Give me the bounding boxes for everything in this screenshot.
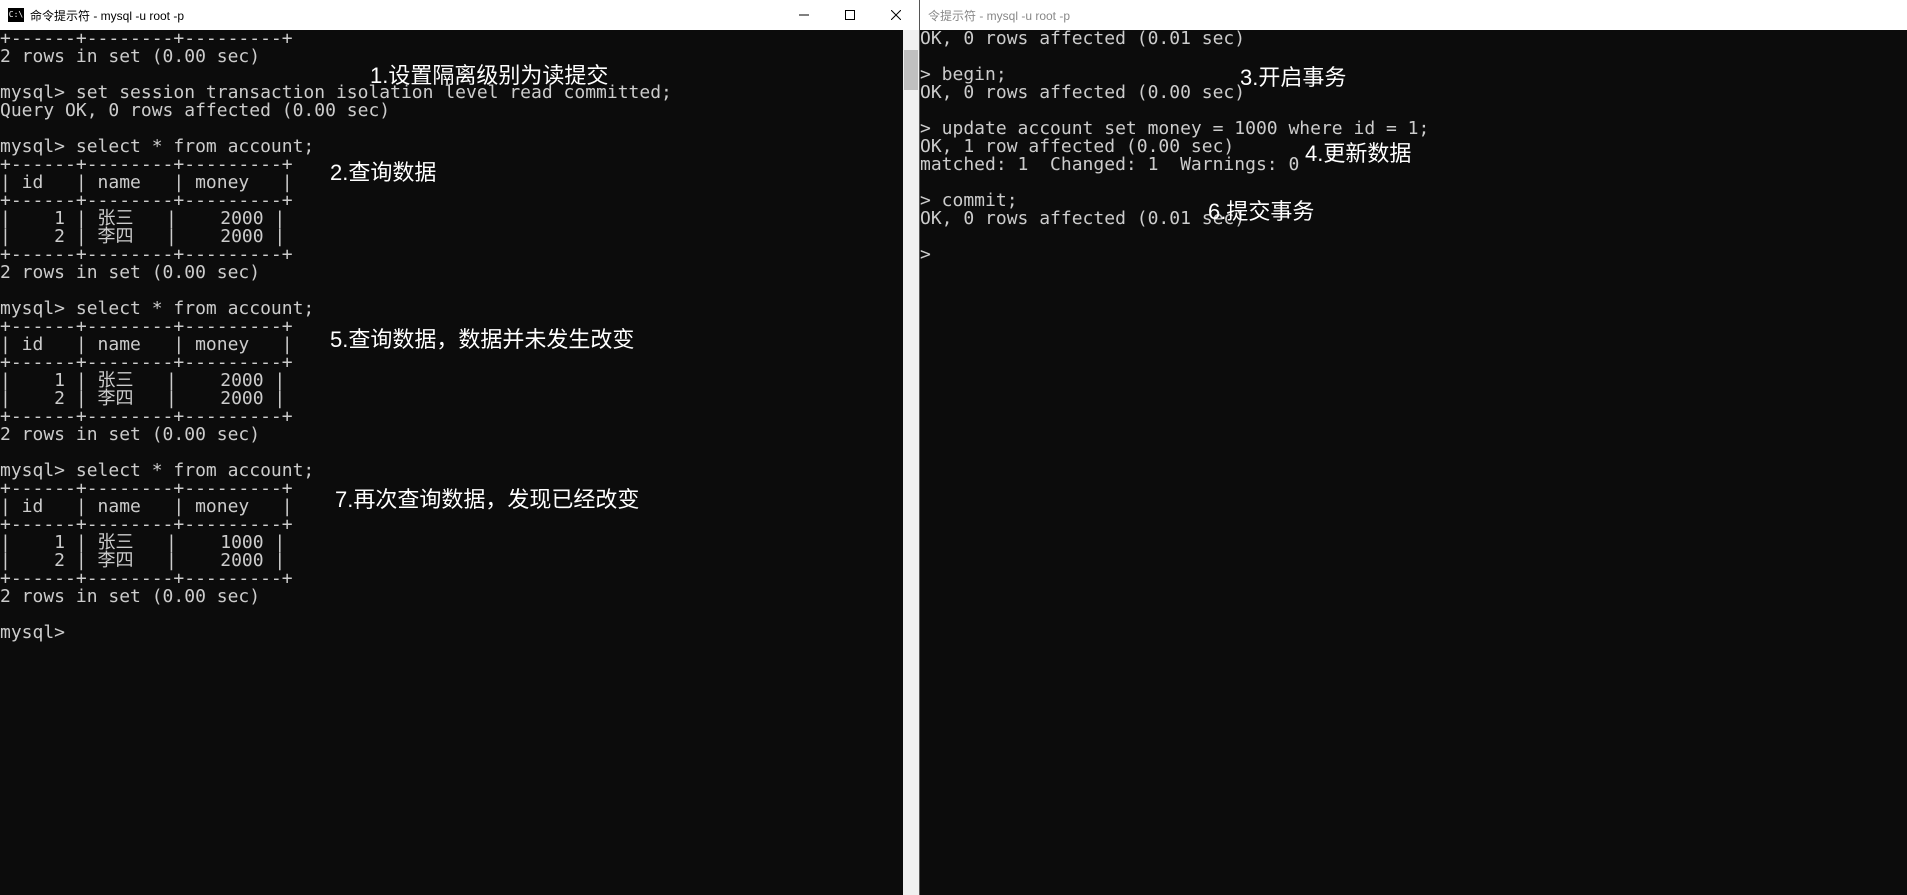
terminal-line: OK, 0 rows affected (0.01 sec) [920, 210, 1907, 228]
annotation-7: 7.再次查询数据，发现已经改变 [335, 482, 639, 514]
left-titlebar[interactable]: C:\ 命令提示符 - mysql -u root -p [0, 0, 919, 30]
terminal-line [920, 174, 1907, 192]
left-window-controls [781, 0, 919, 30]
right-titlebar[interactable]: 令提示符 - mysql -u root -p [920, 0, 1907, 30]
terminal-line [920, 48, 1907, 66]
annotation-2: 2.查询数据 [330, 155, 436, 187]
annotation-1: 1.设置隔离级别为读提交 [370, 58, 608, 90]
left-scrollbar[interactable] [903, 30, 919, 895]
terminal-line: > [920, 246, 1907, 264]
minimize-button[interactable] [781, 0, 827, 30]
annotation-3: 3.开启事务 [1240, 60, 1346, 92]
terminal-line [0, 606, 919, 624]
terminal-line [920, 228, 1907, 246]
terminal-line: OK, 0 rows affected (0.00 sec) [920, 84, 1907, 102]
annotation-6: 6.提交事务 [1208, 194, 1314, 226]
right-terminal-window: 令提示符 - mysql -u root -p OK, 0 rows affec… [920, 0, 1907, 895]
right-window-title: 令提示符 - mysql -u root -p [928, 7, 1070, 24]
annotation-5: 5.查询数据，数据并未发生改变 [330, 322, 634, 354]
terminal-line: 2 rows in set (0.00 sec) [0, 588, 919, 606]
left-scrollbar-thumb[interactable] [904, 50, 918, 90]
terminal-line: mysql> [0, 624, 919, 642]
terminal-line: OK, 0 rows affected (0.01 sec) [920, 30, 1907, 48]
left-window-title: 命令提示符 - mysql -u root -p [30, 7, 184, 24]
annotation-4: 4.更新数据 [1305, 136, 1411, 168]
left-terminal-body[interactable]: +------+--------+---------+2 rows in set… [0, 30, 919, 895]
right-terminal-body[interactable]: OK, 0 rows affected (0.01 sec) > begin;O… [920, 30, 1907, 895]
close-button[interactable] [873, 0, 919, 30]
terminal-line: 2 rows in set (0.00 sec) [0, 264, 919, 282]
terminal-line: Query OK, 0 rows affected (0.00 sec) [0, 102, 919, 120]
maximize-button[interactable] [827, 0, 873, 30]
terminal-line: matched: 1 Changed: 1 Warnings: 0 [920, 156, 1907, 174]
left-terminal-window: C:\ 命令提示符 - mysql -u root -p +------+---… [0, 0, 920, 895]
cmd-icon: C:\ [8, 8, 24, 22]
terminal-line: 2 rows in set (0.00 sec) [0, 426, 919, 444]
